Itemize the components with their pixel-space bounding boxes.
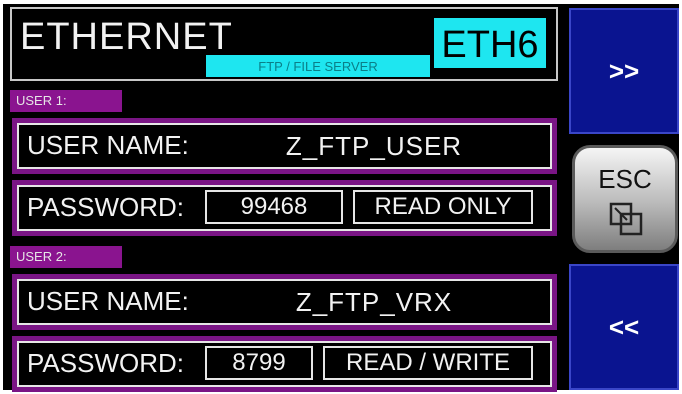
overlapping-squares-icon [609, 202, 643, 236]
user-2-username-box: USER NAME: Z_FTP_VRX [17, 279, 552, 325]
next-page-button[interactable]: >> [569, 8, 679, 134]
user-2-password-field[interactable]: 8799 [205, 346, 313, 380]
user-2-password-label: PASSWORD: [27, 348, 184, 378]
user-2-password-box: PASSWORD: 8799 READ / WRITE [17, 341, 552, 387]
user-1-username-label: USER NAME: [27, 130, 189, 160]
user-1-tag: USER 1: [10, 90, 122, 112]
user-2-tag: USER 2: [10, 246, 122, 268]
user-2-username-label: USER NAME: [27, 286, 189, 316]
eth-port-badge: ETH6 [432, 16, 548, 70]
user-1-password-field[interactable]: 99468 [205, 190, 343, 224]
user-1-username-box: USER NAME: Z_FTP_USER [17, 123, 552, 169]
user-2-access-button[interactable]: READ / WRITE [323, 346, 533, 380]
user-2-password-row: PASSWORD: 8799 READ / WRITE [12, 336, 557, 392]
prev-page-button[interactable]: << [569, 264, 679, 390]
user-1-username-row: USER NAME: Z_FTP_USER [12, 118, 557, 174]
page-subtitle: FTP / FILE SERVER [206, 55, 430, 77]
page-title: ETHERNET [20, 16, 233, 58]
user-1-password-row: PASSWORD: 99468 READ ONLY [12, 180, 557, 236]
esc-label: ESC [598, 164, 652, 194]
header-panel: ETHERNET FTP / FILE SERVER ETH6 [10, 7, 558, 81]
user-2-username-value[interactable]: Z_FTP_VRX [259, 281, 489, 323]
user-1-password-label: PASSWORD: [27, 192, 184, 222]
user-1-access-button[interactable]: READ ONLY [353, 190, 533, 224]
user-2-username-row: USER NAME: Z_FTP_VRX [12, 274, 557, 330]
user-1-username-value[interactable]: Z_FTP_USER [259, 125, 489, 167]
user-1-password-box: PASSWORD: 99468 READ ONLY [17, 185, 552, 231]
esc-button[interactable]: ESC [572, 145, 678, 253]
